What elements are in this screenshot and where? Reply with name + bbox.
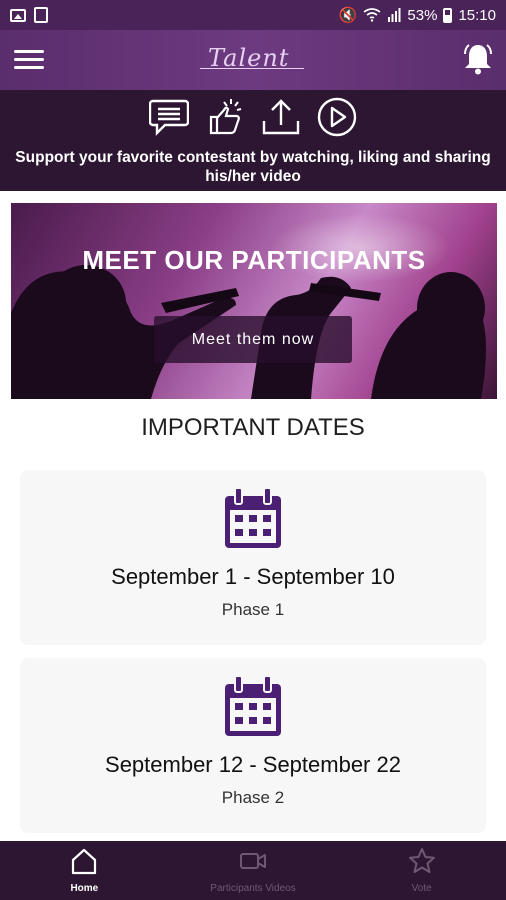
banner-silhouettes	[11, 265, 486, 399]
nav-item-participants-videos[interactable]: Participants Videos	[169, 841, 338, 900]
bottom-nav: Home Participants Videos Vote	[0, 841, 506, 900]
support-text: Support your favorite contestant by watc…	[15, 149, 491, 185]
status-bar: 🔇 53% 15:10	[0, 0, 506, 30]
date-card: September 12 - September 22 Phase 2	[20, 658, 486, 833]
calendar-icon	[225, 676, 281, 736]
actions-strip: Support your favorite contestant by watc…	[0, 90, 506, 191]
app-header: Talent	[0, 30, 506, 90]
nav-item-vote[interactable]: Vote	[337, 841, 506, 900]
meet-them-now-button[interactable]: Meet them now	[154, 316, 352, 363]
action-icons	[148, 96, 358, 138]
calendar-icon	[225, 488, 281, 548]
like-icon	[204, 96, 246, 138]
share-icon	[260, 96, 302, 138]
date-card: September 1 - September 10 Phase 1	[20, 470, 486, 645]
bell-icon[interactable]	[462, 42, 494, 76]
signal-icon	[388, 8, 401, 22]
download-icon	[34, 7, 48, 23]
play-icon	[316, 96, 358, 138]
date-range: September 1 - September 10	[111, 564, 395, 589]
nav-label: Home	[70, 883, 99, 894]
gallery-icon	[10, 8, 26, 22]
date-phase: Phase 1	[221, 600, 285, 619]
nav-item-home[interactable]: Home	[0, 841, 169, 900]
clock: 15:10	[458, 6, 496, 24]
participants-banner[interactable]: MEET OUR PARTICIPANTS Meet them now	[11, 203, 497, 399]
status-left	[10, 7, 48, 23]
comment-icon	[148, 96, 190, 138]
logo-underline	[200, 68, 304, 69]
nav-label: Vote	[411, 883, 432, 894]
home-icon	[72, 848, 97, 875]
date-phase: Phase 2	[221, 788, 285, 807]
app-logo: Talent	[200, 42, 310, 78]
mute-icon: 🔇	[338, 7, 358, 24]
date-range: September 12 - September 22	[105, 752, 401, 777]
important-dates-heading: IMPORTANT DATES	[141, 414, 365, 441]
star-icon	[408, 848, 435, 873]
battery-icon	[443, 7, 453, 23]
nav-label: Participants Videos	[210, 883, 296, 894]
wifi-icon	[363, 8, 381, 22]
video-icon	[240, 853, 266, 869]
banner-title: MEET OUR PARTICIPANTS	[82, 245, 426, 275]
status-right: 🔇 53% 15:10	[338, 6, 496, 25]
battery-percentage: 53%	[407, 6, 438, 24]
hamburger-menu-icon[interactable]	[14, 50, 44, 70]
